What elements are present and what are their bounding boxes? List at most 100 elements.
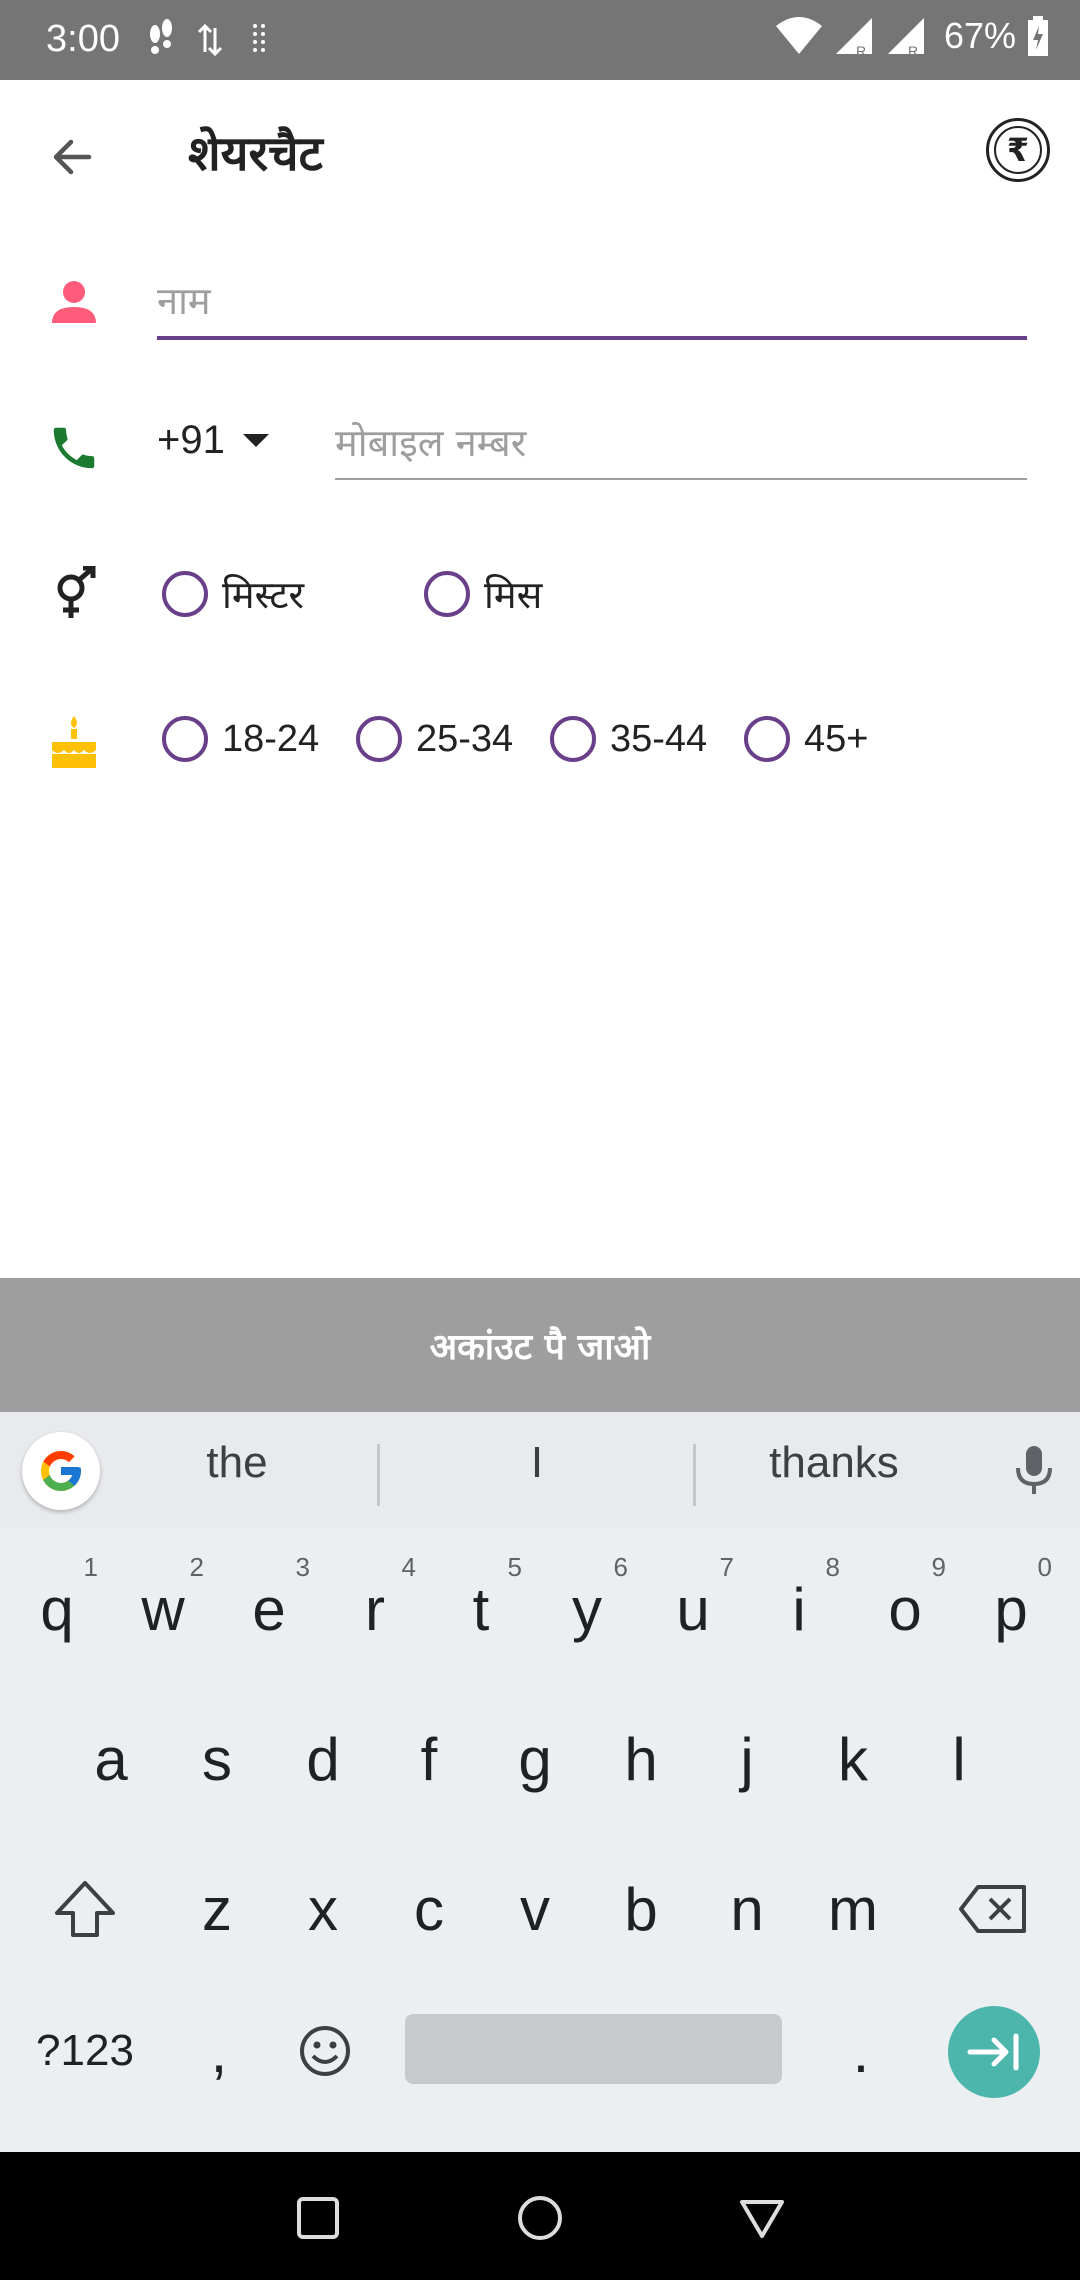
suggestion-the[interactable]: the xyxy=(87,1438,387,1488)
home-button[interactable] xyxy=(510,2188,570,2248)
shift-key[interactable] xyxy=(22,1846,148,1972)
recents-button[interactable] xyxy=(288,2188,348,2248)
key-e[interactable]: e3 xyxy=(216,1546,322,1672)
circle-icon xyxy=(518,2196,562,2240)
key-sup: 5 xyxy=(507,1552,522,1582)
key-sup: 0 xyxy=(1037,1552,1052,1582)
radio-button[interactable] xyxy=(162,716,208,762)
key-char: z xyxy=(202,1875,232,1943)
radio-button[interactable] xyxy=(356,716,402,762)
key-char: w xyxy=(141,1575,185,1643)
key-a[interactable]: a xyxy=(58,1696,164,1822)
signal-icon: R xyxy=(835,18,872,58)
key-m[interactable]: m xyxy=(800,1846,906,1972)
key-char: t xyxy=(472,1575,490,1643)
suggestion-thanks[interactable]: thanks xyxy=(684,1438,984,1488)
key-y[interactable]: y6 xyxy=(534,1546,640,1672)
backspace-icon xyxy=(959,1885,1026,1933)
shift-icon xyxy=(55,1881,115,1937)
key-j[interactable]: j xyxy=(694,1696,800,1822)
rupee-button[interactable]: ₹ xyxy=(986,118,1050,182)
age-option-45-plus[interactable]: 45+ xyxy=(744,716,868,762)
comma-key[interactable]: , xyxy=(166,1996,272,2106)
keyboard: the I thanks q1 w2 e3 r4 t5 y6 u7 i8 o9 … xyxy=(0,1412,1080,2152)
key-i[interactable]: i8 xyxy=(746,1546,852,1672)
submit-button[interactable]: अकांउट पै जाओ xyxy=(0,1278,1080,1412)
radio-button[interactable] xyxy=(162,571,208,617)
wifi-icon xyxy=(775,17,822,54)
radio-label: 45+ xyxy=(804,717,869,760)
app-bar: शेयरचैट ₹ xyxy=(0,80,1080,230)
key-k[interactable]: k xyxy=(800,1696,906,1822)
gender-option-miss[interactable]: मिस xyxy=(424,568,542,620)
enter-key[interactable] xyxy=(948,2006,1040,2098)
phone-input[interactable] xyxy=(335,408,1027,480)
name-row xyxy=(0,266,1080,342)
key-sup: 4 xyxy=(401,1552,416,1582)
gender-option-mister[interactable]: मिस्टर xyxy=(162,568,304,620)
suggestion-i[interactable]: I xyxy=(387,1438,687,1488)
cake-icon xyxy=(44,712,104,772)
key-p[interactable]: p0 xyxy=(958,1546,1064,1672)
mic-button[interactable] xyxy=(1004,1440,1064,1500)
key-n[interactable]: n xyxy=(694,1846,800,1972)
key-h[interactable]: h xyxy=(588,1696,694,1822)
key-g[interactable]: g xyxy=(482,1696,588,1822)
key-char: p xyxy=(994,1575,1028,1643)
key-t[interactable]: t5 xyxy=(428,1546,534,1672)
triangle-icon xyxy=(740,2200,784,2238)
key-char: y xyxy=(572,1575,602,1643)
key-u[interactable]: u7 xyxy=(640,1546,746,1672)
age-option-25-34[interactable]: 25-34 xyxy=(356,716,513,762)
rupee-icon: ₹ xyxy=(994,126,1042,174)
svg-text:R: R xyxy=(856,43,866,58)
key-sup: 2 xyxy=(189,1552,204,1582)
key-char: q xyxy=(40,1575,74,1643)
key-w[interactable]: w2 xyxy=(110,1546,216,1672)
key-char: f xyxy=(420,1725,438,1793)
age-option-18-24[interactable]: 18-24 xyxy=(162,716,319,762)
key-s[interactable]: s xyxy=(164,1696,270,1822)
radio-button[interactable] xyxy=(744,716,790,762)
key-c[interactable]: c xyxy=(376,1846,482,1972)
key-char: e xyxy=(252,1575,286,1643)
key-l[interactable]: l xyxy=(906,1696,1012,1822)
age-option-35-44[interactable]: 35-44 xyxy=(550,716,707,762)
radio-button[interactable] xyxy=(550,716,596,762)
key-d[interactable]: d xyxy=(270,1696,376,1822)
key-r[interactable]: r4 xyxy=(322,1546,428,1672)
space-key[interactable] xyxy=(405,2014,782,2084)
period-key[interactable]: . xyxy=(808,1996,914,2106)
key-char: l xyxy=(952,1725,966,1793)
key-q[interactable]: q1 xyxy=(4,1546,110,1672)
radio-button[interactable] xyxy=(424,571,470,617)
square-icon xyxy=(297,2197,339,2239)
key-o[interactable]: o9 xyxy=(852,1546,958,1672)
key-char: o xyxy=(888,1575,922,1643)
key-z[interactable]: z xyxy=(164,1846,270,1972)
key-f[interactable]: f xyxy=(376,1696,482,1822)
signal-icon-2: R xyxy=(887,18,924,58)
key-v[interactable]: v xyxy=(482,1846,588,1972)
emoji-key[interactable] xyxy=(272,1996,378,2106)
status-notification-icons xyxy=(145,18,285,66)
country-code-selector[interactable]: +91 xyxy=(157,418,269,463)
key-char: a xyxy=(94,1725,128,1793)
back-nav-button[interactable] xyxy=(732,2188,792,2248)
phone-row: +91 xyxy=(0,408,1080,484)
key-char: d xyxy=(306,1725,340,1793)
person-icon xyxy=(44,272,104,332)
dots-icon xyxy=(253,24,265,52)
submit-label: अकांउट पै जाओ xyxy=(429,1326,651,1368)
key-b[interactable]: b xyxy=(588,1846,694,1972)
key-sup: 9 xyxy=(931,1552,946,1582)
radio-label: 35-44 xyxy=(610,717,708,760)
key-char: k xyxy=(838,1725,868,1793)
backspace-key[interactable] xyxy=(930,1846,1056,1972)
footsteps-icon xyxy=(150,19,172,54)
key-x[interactable]: x xyxy=(270,1846,376,1972)
back-button[interactable] xyxy=(40,124,106,190)
suggestion-bar: the I thanks xyxy=(0,1412,1080,1528)
name-input[interactable] xyxy=(157,266,1027,340)
symbols-key[interactable]: ?123 xyxy=(10,1996,160,2106)
